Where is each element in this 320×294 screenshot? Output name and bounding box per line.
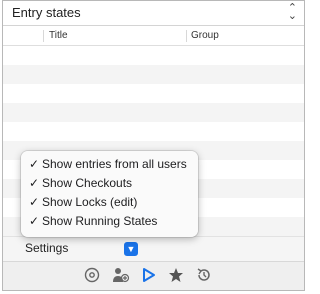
list-row bbox=[3, 122, 304, 141]
checkmark-icon: ✓ bbox=[29, 157, 40, 171]
play-icon[interactable] bbox=[140, 267, 158, 285]
checkmark-icon: ✓ bbox=[29, 176, 40, 190]
menu-item-label: Show Locks (edit) bbox=[42, 195, 138, 209]
menu-item-label: Show entries from all users bbox=[42, 157, 187, 171]
history-icon[interactable] bbox=[195, 267, 213, 285]
settings-menu: ✓ Show entries from all users ✓ Show Check… bbox=[21, 151, 198, 237]
column-title[interactable]: Title bbox=[49, 30, 68, 41]
menu-item-show-all-users[interactable]: ✓ Show entries from all users bbox=[29, 155, 187, 173]
checkmark-icon: ✓ bbox=[29, 214, 40, 228]
menu-item-label: Show Running States bbox=[42, 214, 158, 228]
list-row bbox=[3, 84, 304, 103]
settings-bar[interactable]: Settings ▼ bbox=[3, 236, 304, 261]
star-icon[interactable] bbox=[167, 267, 185, 285]
bottom-toolbar bbox=[3, 261, 304, 290]
list-row bbox=[3, 103, 304, 122]
menu-item-show-locks[interactable]: ✓ Show Locks (edit) bbox=[29, 193, 137, 211]
menu-item-show-checkouts[interactable]: ✓ Show Checkouts bbox=[29, 174, 132, 192]
panel-title: Entry states bbox=[12, 5, 81, 20]
user-add-icon[interactable] bbox=[112, 267, 130, 285]
list-row bbox=[3, 65, 304, 84]
settings-gear-icon[interactable] bbox=[83, 267, 101, 285]
panel-header[interactable]: Entry states ⌃ ⌄ bbox=[3, 1, 304, 26]
entry-states-panel: Entry states ⌃⌄ Title Group Settings ▼ bbox=[2, 0, 305, 291]
menu-item-label: Show Checkouts bbox=[42, 176, 133, 190]
column-group[interactable]: Group bbox=[191, 30, 219, 41]
settings-label[interactable]: Settings bbox=[25, 241, 68, 255]
chevron-down-icon[interactable]: ▼ bbox=[124, 242, 138, 256]
up-down-chevron-icon[interactable]: ⌃ ⌄ bbox=[288, 3, 297, 22]
list-row bbox=[3, 46, 304, 65]
column-header: Title Group bbox=[3, 26, 304, 46]
checkmark-icon: ✓ bbox=[29, 195, 40, 209]
menu-item-show-running-states[interactable]: ✓ Show Running States bbox=[29, 212, 157, 230]
column-separator bbox=[43, 30, 44, 42]
column-separator bbox=[186, 30, 187, 42]
